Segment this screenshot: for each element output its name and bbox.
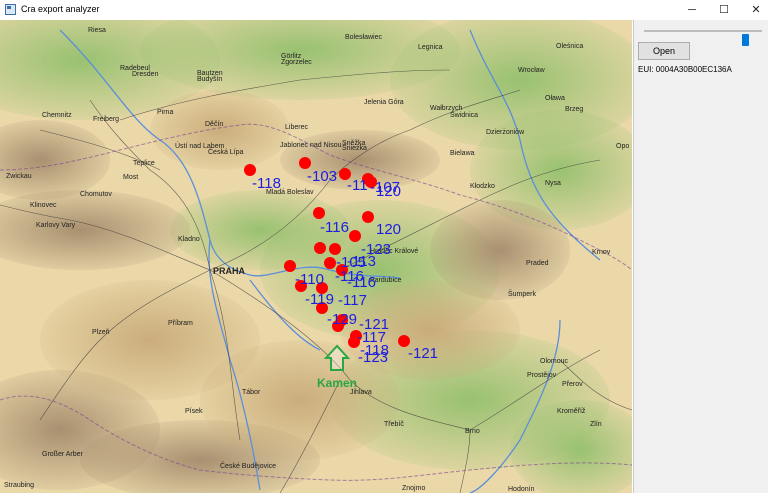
zoom-slider-thumb[interactable]	[742, 34, 750, 46]
town-label: Chemnitz	[42, 112, 72, 119]
rssi-label: -129	[327, 311, 357, 328]
town-label: Most	[123, 174, 138, 181]
map-view[interactable]: Riesa Bolesławiec Legnica Oleśnica Radebeul D…	[0, 20, 632, 493]
town-label: Oleśnica	[556, 43, 583, 50]
town-label: Freiberg	[93, 116, 119, 123]
rssi-label: -117	[338, 292, 367, 309]
rssi-label: -110	[295, 271, 324, 288]
open-button[interactable]: Open	[638, 42, 690, 60]
station-label: Kamen	[317, 376, 357, 390]
eui-label: EUI: 0004A30B00EC136A	[638, 65, 732, 74]
rssi-label: 120	[376, 221, 401, 238]
town-label: PRAHA	[213, 266, 246, 276]
town-label: Jablonec nad Nisou	[280, 142, 342, 149]
town-label: Prostějov	[527, 372, 557, 379]
town-label: Příbram	[168, 320, 193, 327]
measurement-marker[interactable]	[313, 207, 325, 219]
town-label: Děčín	[205, 121, 223, 128]
town-label: Bolesławiec	[345, 34, 382, 41]
town-label: Zwickau	[6, 173, 32, 180]
town-label: Dresden	[132, 71, 159, 78]
town-label: Třebíč	[384, 421, 404, 428]
rssi-label: -123	[358, 349, 388, 366]
rssi-label: -118	[252, 175, 281, 192]
town-label: Přerov	[562, 381, 583, 388]
town-label: České Budějovice	[220, 461, 276, 470]
town-label: Praded	[526, 260, 549, 267]
town-label: Nysa	[545, 180, 561, 187]
town-label: Krnov	[592, 249, 611, 256]
town-label: Legnica	[418, 44, 443, 51]
town-label: Pirna	[157, 109, 173, 116]
town-label: Brno	[465, 428, 480, 435]
window-title: Cra export analyzer	[21, 4, 100, 14]
town-label: Riesa	[88, 27, 106, 34]
town-label: Plzeň	[92, 329, 110, 336]
town-label: Tábor	[242, 389, 261, 396]
town-label: Oława	[545, 95, 565, 102]
rssi-label: -11	[347, 177, 368, 194]
rssi-label: -116	[347, 274, 376, 291]
rssi-label: -116	[320, 219, 349, 236]
town-label: Kladno	[178, 236, 200, 243]
measurement-marker[interactable]	[349, 230, 361, 242]
town-label: Jihlava	[350, 389, 372, 396]
town-label: Písek	[185, 408, 203, 415]
measurement-marker[interactable]	[362, 211, 374, 223]
town-label: Wałbrzych	[430, 105, 463, 112]
town-label: Straubing	[4, 482, 34, 489]
town-label: Großer Arber	[42, 451, 84, 458]
town-label: Znojmo	[402, 485, 425, 492]
side-panel: Open EUI: 0004A30B00EC136A	[633, 20, 768, 493]
town-label: Karlovy Vary	[36, 222, 76, 229]
town-label: Kłodzko	[470, 183, 495, 190]
town-label: Bielawa	[450, 150, 475, 157]
town-label: Česká Lípa	[208, 147, 244, 156]
town-label: Jelenia Góra	[364, 99, 404, 106]
town-label: Zlín	[590, 421, 602, 428]
town-label: Zgorzelec	[281, 59, 312, 66]
terrain-layer	[0, 20, 632, 493]
town-label: Śnieżka	[342, 143, 367, 152]
measurement-marker[interactable]	[314, 242, 326, 254]
town-label: Šumperk	[508, 289, 537, 298]
town-label: Wrocław	[518, 67, 546, 74]
rssi-label: -103	[307, 168, 337, 185]
app-icon	[5, 4, 16, 15]
close-button[interactable]: ✕	[736, 0, 768, 20]
title-bar: Cra export analyzer ─ ☐ ✕	[0, 0, 768, 21]
town-label: Teplice	[133, 160, 155, 167]
town-label: Dzierżoniów	[486, 129, 525, 136]
town-label: Hodonín	[508, 486, 535, 493]
town-label: Kroměříž	[557, 408, 586, 415]
town-label: Chomutov	[80, 191, 112, 198]
rssi-label: 120	[376, 183, 401, 200]
town-label: Opo	[616, 143, 629, 150]
rssi-label: -119	[305, 291, 334, 308]
town-label: Świdnica	[450, 110, 478, 119]
map-canvas[interactable]: RiesaBolesławiecLegnica OleśnicaRadebeulD…	[0, 20, 632, 493]
rssi-label: -121	[408, 345, 438, 362]
town-label: Liberec	[285, 124, 308, 131]
zoom-slider[interactable]	[644, 30, 762, 46]
town-label: Budyšín	[197, 76, 222, 83]
town-label: Olomouc	[540, 358, 569, 365]
town-label: Klinovec	[30, 202, 57, 209]
town-label: Brzeg	[565, 106, 583, 113]
